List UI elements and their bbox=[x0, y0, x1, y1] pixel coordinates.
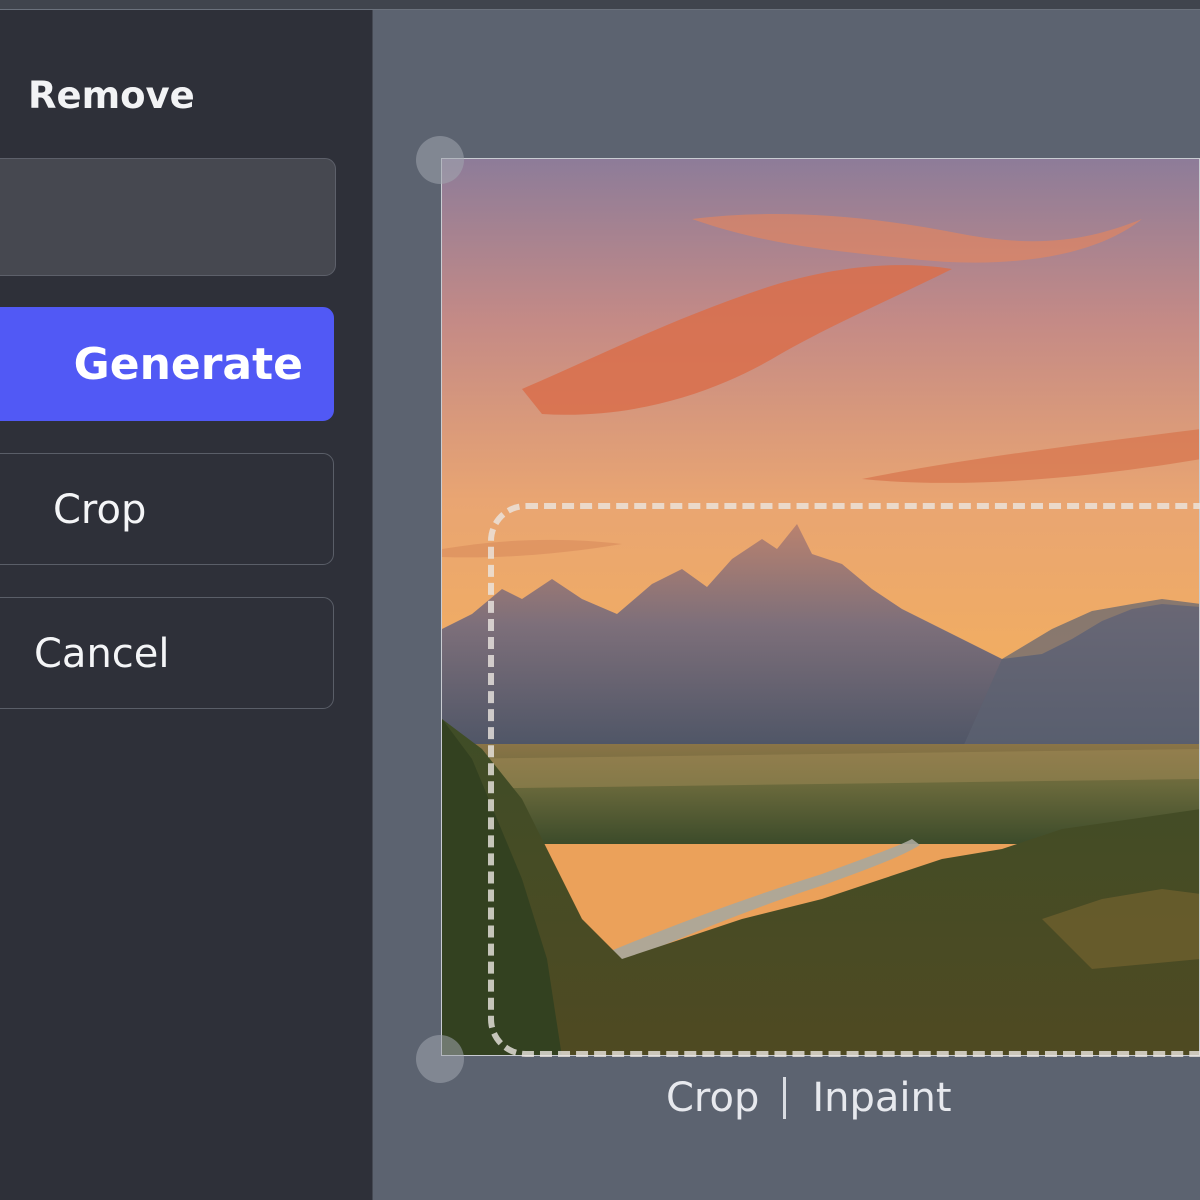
tab-inpaint[interactable]: Inpaint bbox=[812, 1075, 951, 1121]
cancel-button[interactable]: Cancel bbox=[0, 597, 334, 709]
tab-crop[interactable]: Crop bbox=[666, 1075, 759, 1121]
crop-handle-top-left[interactable] bbox=[416, 136, 464, 184]
crop-button[interactable]: Crop bbox=[0, 453, 334, 565]
mode-switcher: Crop Inpaint bbox=[666, 1068, 952, 1128]
sidebar: Remove Generate Crop Cancel bbox=[0, 10, 373, 1200]
image-canvas[interactable] bbox=[441, 158, 1200, 1056]
canvas-area: Crop Inpaint bbox=[373, 10, 1200, 1200]
landscape-photo bbox=[442, 159, 1199, 1055]
prompt-input[interactable] bbox=[0, 158, 336, 276]
crop-handle-bottom-left[interactable] bbox=[416, 1035, 464, 1083]
mode-divider bbox=[783, 1077, 787, 1119]
generate-button[interactable]: Generate bbox=[0, 307, 334, 421]
top-bar bbox=[0, 0, 1200, 10]
panel-title: Remove bbox=[28, 74, 195, 117]
